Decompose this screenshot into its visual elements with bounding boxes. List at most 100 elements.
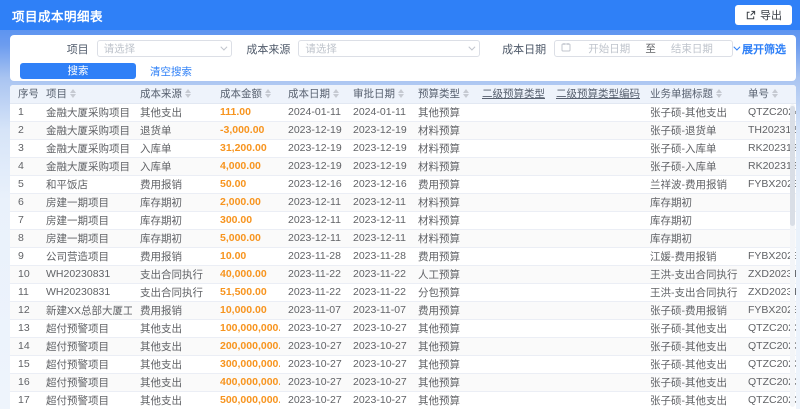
table-row[interactable]: 9 公司营造项目 费用报销 10.00 2023-11-28 2023-11-28 费用预算… xyxy=(10,247,796,266)
cell: 入库单 xyxy=(132,139,212,158)
cell xyxy=(474,139,548,158)
cell: 2023-12-19 xyxy=(345,139,410,158)
table-row[interactable]: 11 WH20230831 支出合同执行 51,500.00 2023-11-22 202… xyxy=(10,283,796,302)
project-select[interactable]: 请选择 xyxy=(96,40,233,57)
cell: 分包预算 xyxy=(410,283,474,302)
sort-icon[interactable] xyxy=(772,89,778,99)
cell: 2023-11-28 xyxy=(345,247,410,266)
table-row[interactable]: 3 金融大厦采购项目 入库单 31,200.00 2023-12-19 2023-12-1… xyxy=(10,139,796,158)
cell xyxy=(474,391,548,409)
cell xyxy=(548,391,642,409)
cell: 其他支出 xyxy=(132,337,212,356)
table-header-row: 序号 项目 成本来源 成本金额 成本日期 审批日期 预算类型 二级预算类型 二级预算类型编码 业务… xyxy=(10,85,796,104)
cell: 其他预算 xyxy=(410,319,474,338)
table-row[interactable]: 6 房建一期项目 库存期初 2,000.00 2023-12-11 2023-12-11 材… xyxy=(10,193,796,212)
cell: 2023-11-22 xyxy=(280,283,345,302)
sort-icon[interactable] xyxy=(333,89,339,99)
cell: 其他支出 xyxy=(132,103,212,122)
table-row[interactable]: 17超付预警项目其他支出500,000,000.002023-10-272023… xyxy=(10,391,796,409)
cell xyxy=(474,121,548,140)
sort-icon[interactable] xyxy=(70,89,76,99)
cell: 2023-11-22 xyxy=(345,283,410,302)
cell: 其他预算 xyxy=(410,337,474,356)
cell: 兰祥波-费用报销 xyxy=(642,175,740,194)
sort-icon[interactable] xyxy=(398,89,404,99)
sort-icon[interactable] xyxy=(463,89,469,99)
cell: 库存期初 xyxy=(642,229,740,248)
scrollbar-thumb[interactable] xyxy=(790,106,795,226)
cost-date-range-picker[interactable]: 开始日期 至 结束日期 xyxy=(554,40,733,57)
cell xyxy=(548,337,642,356)
row-index-cell: 17 xyxy=(10,391,38,409)
cell xyxy=(474,175,548,194)
cell: 公司营造项目 xyxy=(38,247,132,266)
cell: 张子硕-其他支出 xyxy=(642,391,740,409)
cell xyxy=(548,193,642,212)
cell: 费用预算 xyxy=(410,301,474,320)
column-header-11[interactable]: 单号 xyxy=(740,85,796,104)
table-row[interactable]: 2 金融大厦采购项目 退货单 -3,000.00 2023-12-19 2023-12-1… xyxy=(10,121,796,140)
cell xyxy=(474,337,548,356)
cell: 金融大厦采购项目 xyxy=(38,157,132,176)
column-header-7[interactable]: 预算类型 xyxy=(410,85,474,104)
cell: 2024-01-11 xyxy=(345,103,410,122)
end-date-input[interactable]: 结束日期 xyxy=(658,41,726,56)
cell: RK20231219002 xyxy=(740,157,796,176)
table-row[interactable]: 4 金融大厦采购项目 入库单 4,000.00 2023-12-19 2023-12-19… xyxy=(10,157,796,176)
cell: 其他支出 xyxy=(132,391,212,409)
column-header-2[interactable]: 项目 xyxy=(38,85,132,104)
column-header-4[interactable]: 成本金额 xyxy=(212,85,280,104)
column-header-3[interactable]: 成本来源 xyxy=(132,85,212,104)
cell: 金融大厦采购项目 xyxy=(38,121,132,140)
table-row[interactable]: 12新建XX总部大厦工程二期费用报销10,000.002023-11-07202… xyxy=(10,301,796,320)
cell: 10,000.00 xyxy=(212,301,280,320)
table-row[interactable]: 13超付预警项目其他支出100,000,000.002023-10-272023… xyxy=(10,319,796,338)
row-index-cell: 4 xyxy=(10,157,38,176)
cell xyxy=(474,229,548,248)
column-header-label: 成本金额 xyxy=(220,88,262,101)
cell: WH20230831 xyxy=(38,265,132,284)
row-index-cell: 1 xyxy=(10,103,38,122)
start-date-input[interactable]: 开始日期 xyxy=(575,41,643,56)
column-header-label: 成本日期 xyxy=(288,88,330,101)
search-button[interactable]: 搜索 xyxy=(20,63,136,79)
expand-filter-link[interactable]: 展开筛选 xyxy=(733,41,786,57)
cell: 和平饭店 xyxy=(38,175,132,194)
sort-icon[interactable] xyxy=(185,89,191,99)
table-row[interactable]: 16超付预警项目其他支出400,000,000.002023-10-272023… xyxy=(10,373,796,392)
column-header-6[interactable]: 审批日期 xyxy=(345,85,410,104)
sort-icon[interactable] xyxy=(265,89,271,99)
column-header-8[interactable]: 二级预算类型 xyxy=(474,85,548,104)
column-header-label: 项目 xyxy=(46,88,67,101)
cell: 金融大厦采购项目 xyxy=(38,103,132,122)
page-title: 项目成本明细表 xyxy=(12,9,104,24)
column-header-5[interactable]: 成本日期 xyxy=(280,85,345,104)
clear-search-link[interactable]: 清空搜索 xyxy=(150,64,192,79)
cell: 张子硕-入库单 xyxy=(642,139,740,158)
export-button[interactable]: 导出 xyxy=(735,5,792,25)
column-header-10[interactable]: 业务单据标题 xyxy=(642,85,740,104)
table-row[interactable]: 14超付预警项目其他支出200,000,000.002023-10-272023… xyxy=(10,337,796,356)
table-row[interactable]: 10 WH20230831 支出合同执行 40,000.00 2023-11-22 202… xyxy=(10,265,796,284)
filter-row: 项目 请选择 成本来源 请选择 成本日期 开始日期 至 结束日期 展开筛选 xyxy=(20,40,786,57)
cell: 2023-10-27 xyxy=(280,373,345,392)
vertical-scrollbar[interactable] xyxy=(790,104,795,407)
cell xyxy=(548,157,642,176)
table-row[interactable]: 5 和平饭店 费用报销 50.00 2023-12-16 2023-12-16 费用预算 兰祥… xyxy=(10,175,796,194)
cell: 2023-10-27 xyxy=(345,319,410,338)
column-header-1: 序号 xyxy=(10,85,38,104)
cell: 材料预算 xyxy=(410,193,474,212)
table-row[interactable]: 15超付预警项目其他支出300,000,000.002023-10-272023… xyxy=(10,355,796,374)
cell: 超付预警项目 xyxy=(38,319,132,338)
table-row[interactable]: 1 金融大厦采购项目 其他支出 111.00 2024-01-11 2024-01-11 其… xyxy=(10,103,796,122)
cell xyxy=(474,301,548,320)
cell: 超付预警项目 xyxy=(38,373,132,392)
cell: 400,000,000.00 xyxy=(212,373,280,392)
cost-source-select[interactable]: 请选择 xyxy=(298,40,481,57)
cell: 111.00 xyxy=(212,103,280,122)
sort-icon[interactable] xyxy=(716,89,722,99)
column-header-9[interactable]: 二级预算类型编码 xyxy=(548,85,642,104)
cell: 2023-12-11 xyxy=(280,229,345,248)
table-row[interactable]: 7 房建一期项目 库存期初 300.00 2023-12-11 2023-12-11 材料预… xyxy=(10,211,796,230)
table-row[interactable]: 8 房建一期项目 库存期初 5,000.00 2023-12-11 2023-12-11 材… xyxy=(10,229,796,248)
